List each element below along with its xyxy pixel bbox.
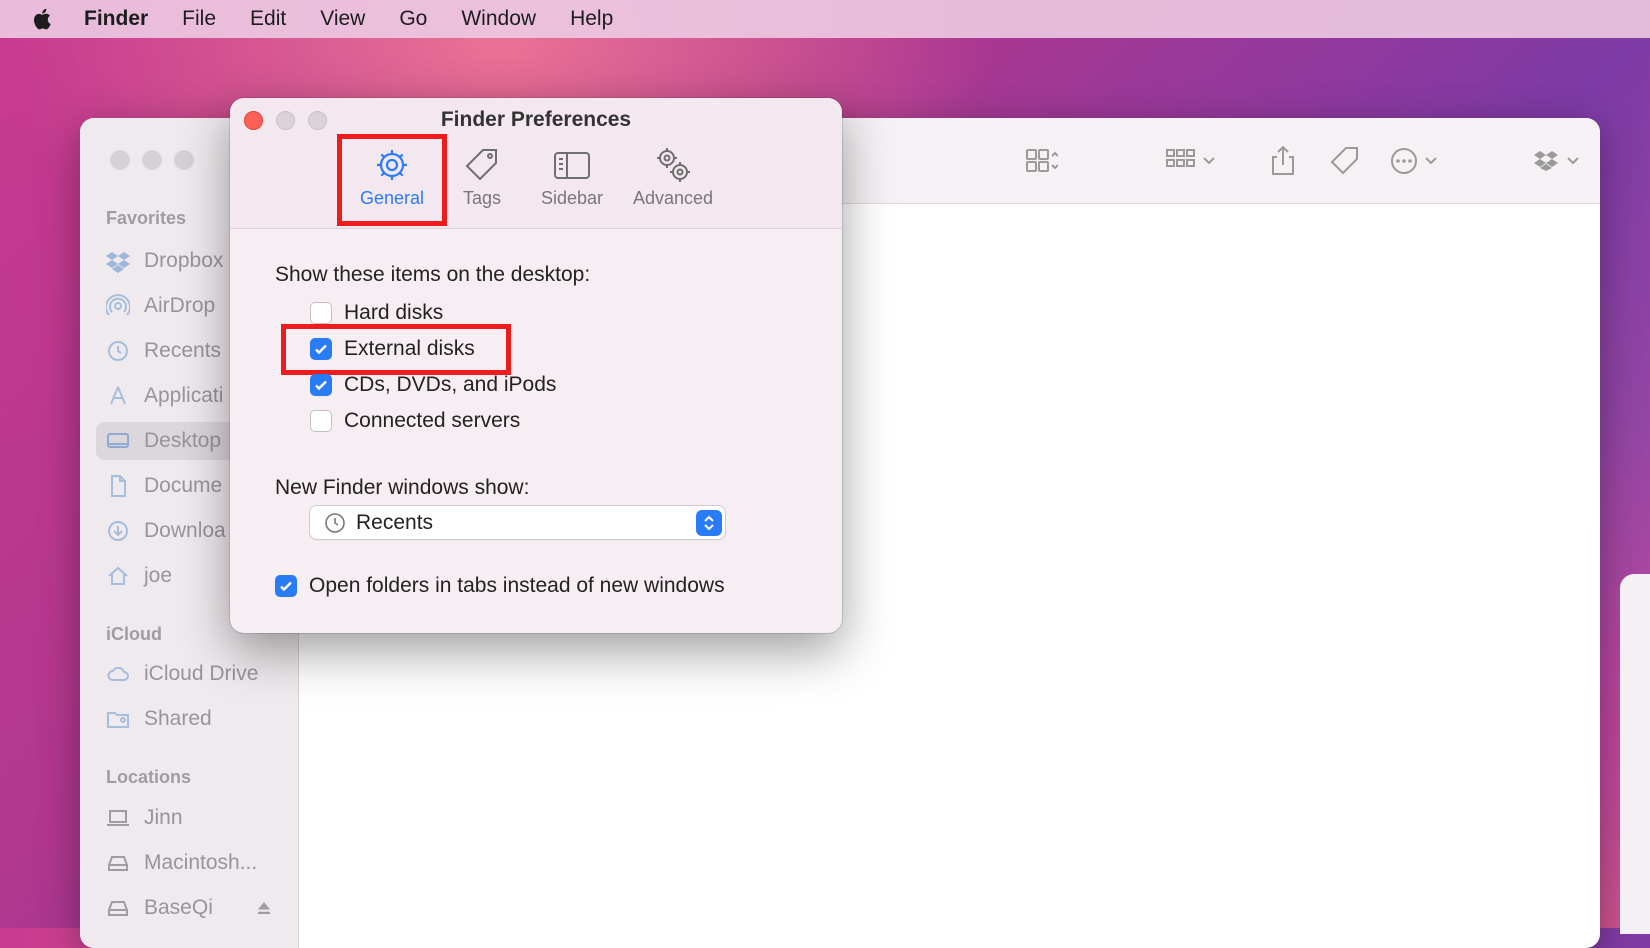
tag-icon xyxy=(465,149,497,181)
menu-bar: Finder File Edit View Go Window Help xyxy=(0,0,1650,38)
sidebar-item-baseqi[interactable]: BaseQi xyxy=(106,889,296,927)
sidebar-item-label: Applicati xyxy=(144,384,224,407)
window-controls xyxy=(110,150,194,170)
hard-disks-checkbox[interactable] xyxy=(310,302,332,324)
tab-advanced[interactable]: Advanced xyxy=(628,146,718,216)
option-connected-servers[interactable]: Connected servers xyxy=(310,409,520,433)
sidebar-icon xyxy=(554,152,590,179)
eject-icon[interactable] xyxy=(255,899,273,917)
tab-label: Sidebar xyxy=(540,188,604,208)
sidebar-item-label: BaseQi xyxy=(144,896,213,919)
option-label: Hard disks xyxy=(344,301,444,324)
document-icon xyxy=(111,475,126,497)
disk-icon xyxy=(108,901,128,916)
tab-sidebar[interactable]: Sidebar xyxy=(532,146,612,216)
new-window-select[interactable]: Recents xyxy=(310,506,725,539)
minimize-button[interactable] xyxy=(142,150,162,170)
option-label: Connected servers xyxy=(344,409,521,432)
sidebar-item-label: Macintosh... xyxy=(144,851,258,874)
apple-icon[interactable] xyxy=(30,6,56,32)
checkmark-icon xyxy=(315,380,327,391)
menu-help[interactable]: Help xyxy=(570,7,613,31)
clock-icon xyxy=(325,512,345,533)
menu-file[interactable]: File xyxy=(182,7,216,31)
sidebar-item-label: iCloud Drive xyxy=(144,662,259,685)
option-label: CDs, DVDs, and iPods xyxy=(344,373,557,396)
sidebar-item-jinn[interactable]: Jinn xyxy=(106,799,296,837)
tab-label: Advanced xyxy=(632,188,714,208)
sidebar-item-label: AirDrop xyxy=(144,294,216,317)
highlight-general-tab xyxy=(337,134,447,226)
more-actions-icon[interactable] xyxy=(1388,144,1442,178)
sidebar-item-label: Desktop xyxy=(144,429,222,452)
sidebar-item-label: Dropbox xyxy=(144,249,224,272)
zoom-button[interactable] xyxy=(174,150,194,170)
menu-window[interactable]: Window xyxy=(461,7,536,31)
sidebar-item-macintosh[interactable]: Macintosh... xyxy=(106,844,296,882)
cds-dvds-ipods-checkbox[interactable] xyxy=(310,374,332,396)
chevron-up-down-icon xyxy=(704,515,714,531)
gears-icon xyxy=(657,148,690,182)
laptop-icon xyxy=(107,810,129,826)
xda-watermark: XDA xyxy=(1430,815,1538,866)
close-button[interactable] xyxy=(110,150,130,170)
tab-tags[interactable]: Tags xyxy=(452,146,512,216)
highlight-external-disks xyxy=(281,324,511,375)
sidebar-item-label: joe xyxy=(144,564,173,587)
locations-heading: Locations xyxy=(106,767,192,787)
icloud-heading: iCloud xyxy=(106,624,162,644)
cloud-icon xyxy=(107,666,129,681)
menu-view[interactable]: View xyxy=(320,7,365,31)
option-open-in-tabs[interactable]: Open folders in tabs instead of new wind… xyxy=(275,574,725,598)
sidebar-item-icloud-drive[interactable]: iCloud Drive xyxy=(106,655,296,693)
select-stepper[interactable] xyxy=(696,510,722,536)
connected-servers-checkbox[interactable] xyxy=(310,410,332,432)
finder-preferences-dialog: Finder Preferences General Tags Sidebar … xyxy=(230,98,842,633)
tag-icon[interactable] xyxy=(1328,144,1362,178)
desktop-icon xyxy=(107,433,129,448)
dropbox-icon[interactable] xyxy=(1532,144,1586,178)
grid-view-icon[interactable] xyxy=(1024,144,1058,178)
dialog-toolbar: Finder Preferences General Tags Sidebar … xyxy=(230,98,842,229)
menu-go[interactable]: Go xyxy=(399,7,427,31)
sidebar-item-label: Downloa xyxy=(144,519,226,542)
sidebar-item-label: Recents xyxy=(144,339,222,362)
favorites-heading: Favorites xyxy=(106,208,187,228)
home-icon xyxy=(108,566,128,585)
download-icon xyxy=(108,521,128,541)
sidebar-item-label: Shared xyxy=(144,707,212,730)
airdrop-icon xyxy=(106,294,130,316)
option-label: Open folders in tabs instead of new wind… xyxy=(309,574,725,597)
new-window-label: New Finder windows show: xyxy=(275,476,530,499)
desktop-items-heading: Show these items on the desktop: xyxy=(275,263,591,286)
group-view-icon[interactable] xyxy=(1164,144,1218,178)
background-window-edge xyxy=(1620,574,1650,934)
menu-finder[interactable]: Finder xyxy=(84,7,148,31)
select-value: Recents xyxy=(356,510,434,534)
dropbox-icon xyxy=(106,252,130,273)
open-in-tabs-checkbox[interactable] xyxy=(275,575,297,597)
option-hard-disks[interactable]: Hard disks xyxy=(310,301,443,325)
tab-label: Tags xyxy=(462,188,502,208)
disk-icon xyxy=(108,856,128,871)
sidebar-item-shared[interactable]: Shared xyxy=(106,700,296,738)
sidebar-item-label: Docume xyxy=(144,474,223,497)
dialog-title: Finder Preferences xyxy=(440,108,632,131)
menu-edit[interactable]: Edit xyxy=(250,7,286,31)
option-cds-dvds-ipods[interactable]: CDs, DVDs, and iPods xyxy=(310,373,556,397)
share-icon[interactable] xyxy=(1266,144,1300,178)
sidebar-item-label: Jinn xyxy=(144,806,183,829)
checkmark-icon xyxy=(280,581,292,592)
applications-icon xyxy=(110,386,126,405)
clock-icon xyxy=(108,341,128,361)
shared-folder-icon xyxy=(107,712,129,728)
